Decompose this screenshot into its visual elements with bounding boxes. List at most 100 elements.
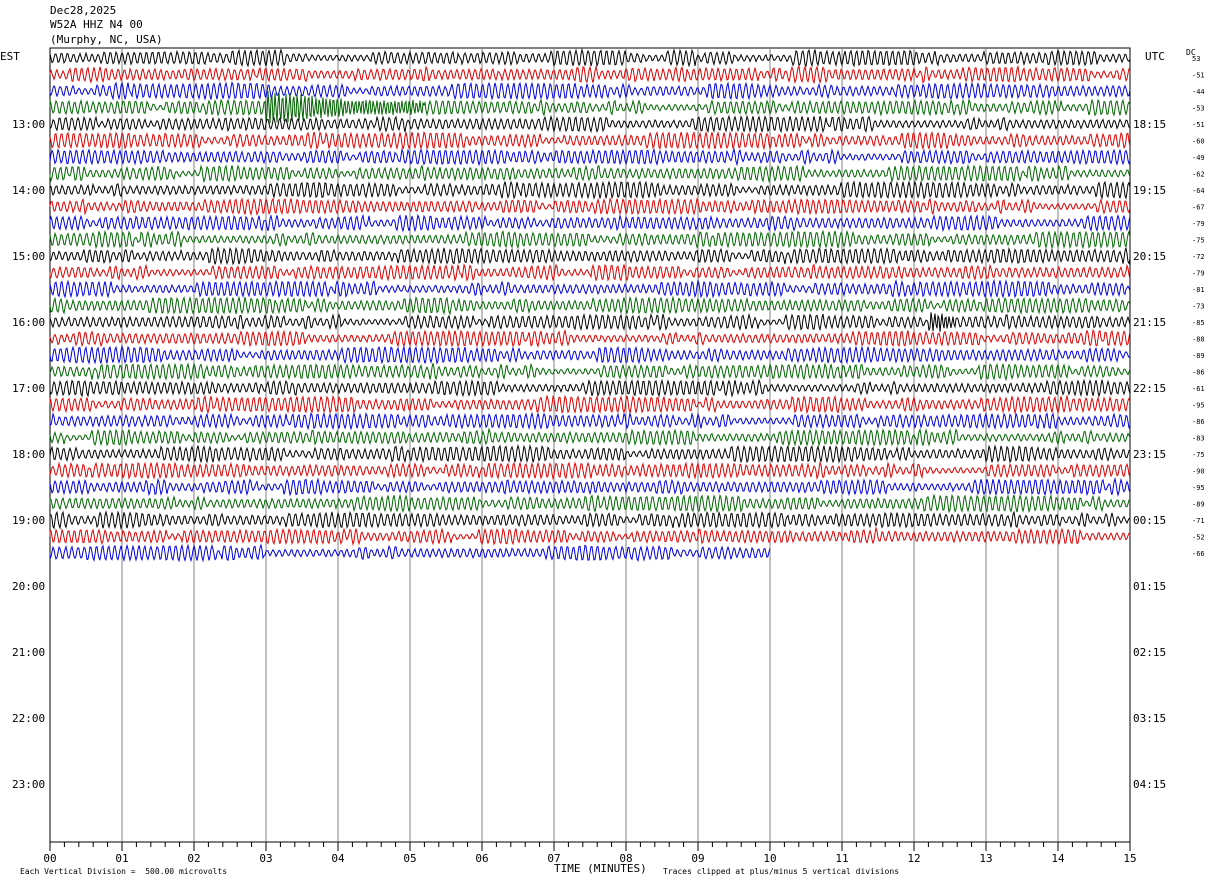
hour-label-est: 21:00 [12, 646, 45, 659]
seismic-trace [49, 344, 1131, 365]
x-tick-label: 01 [115, 852, 128, 865]
x-tick-label: 02 [187, 852, 200, 865]
dc-offset-label: -67 [1192, 204, 1205, 212]
seismic-trace [49, 328, 1131, 348]
x-tick-label: 06 [475, 852, 488, 865]
hour-label-utc: 01:15 [1133, 580, 1166, 593]
dc-offset-label: -79 [1192, 220, 1205, 228]
x-tick-label: 13 [979, 852, 992, 865]
dc-offset-label: -49 [1192, 154, 1205, 162]
seismic-trace [49, 509, 1131, 531]
dc-offset-label: -86 [1192, 418, 1205, 426]
seismic-trace [49, 47, 1131, 68]
dc-offset-label: -89 [1192, 501, 1205, 509]
hour-label-utc: 02:15 [1133, 646, 1166, 659]
clip-note: Traces clipped at plus/minus 5 vertical … [663, 867, 900, 876]
seismic-trace [49, 411, 1131, 431]
seismic-trace [49, 197, 1131, 217]
x-tick-label: 05 [403, 852, 416, 865]
seismic-trace [49, 114, 1131, 134]
seismic-trace [49, 493, 1131, 514]
dc-offset-label: -61 [1192, 385, 1205, 393]
dc-offset-label: -75 [1192, 451, 1205, 459]
dc-offset-label: -88 [1192, 336, 1205, 344]
dc-offset-label: -75 [1192, 237, 1205, 245]
hour-label-est: 15:00 [12, 250, 45, 263]
dc-offset-label: -73 [1192, 303, 1205, 311]
hour-label-utc: 03:15 [1133, 712, 1166, 725]
dc-offset-label: -44 [1192, 88, 1205, 96]
dc-offset-label: -95 [1192, 402, 1205, 410]
hour-label-utc: 00:15 [1133, 514, 1166, 527]
dc-offset-label: -81 [1192, 286, 1205, 294]
dc-offset-label: -90 [1192, 468, 1205, 476]
seismic-trace [49, 64, 1131, 85]
hour-label-utc: 04:15 [1133, 778, 1166, 791]
dc-offset-label: -79 [1192, 270, 1205, 278]
seismic-trace [49, 246, 1131, 266]
x-tick-label: 12 [907, 852, 920, 865]
dc-offset-label: -85 [1192, 319, 1205, 327]
hour-label-est: 20:00 [12, 580, 45, 593]
dc-offset-label: -86 [1192, 369, 1205, 377]
seismic-trace [49, 278, 1131, 299]
x-axis-title: TIME (MINUTES) [554, 862, 647, 875]
dc-offset-label: -62 [1192, 171, 1205, 179]
hour-label-utc: 23:15 [1133, 448, 1166, 461]
seismic-trace [49, 378, 1131, 398]
hour-label-utc: 19:15 [1133, 184, 1166, 197]
dc-offset-label: -95 [1192, 484, 1205, 492]
seismic-trace [49, 229, 1131, 250]
seismic-trace [49, 526, 1131, 546]
seismic-trace [49, 443, 1131, 464]
dc-offset-label: -53 [1192, 105, 1205, 113]
dc-offset-label: 53 [1192, 55, 1200, 63]
x-tick-label: 04 [331, 852, 345, 865]
dc-offset-label: -72 [1192, 253, 1205, 261]
x-tick-label: 03 [259, 852, 272, 865]
seismic-trace [49, 130, 1131, 151]
seismic-trace [49, 362, 1131, 382]
dc-offset-label: -60 [1192, 138, 1205, 146]
hour-label-utc: 20:15 [1133, 250, 1166, 263]
x-tick-label: 09 [691, 852, 704, 865]
seismic-trace [49, 295, 1131, 316]
dc-offset-label: -52 [1192, 534, 1205, 542]
hour-label-utc: 21:15 [1133, 316, 1166, 329]
seismic-trace [49, 147, 1131, 167]
dc-offset-label: -71 [1192, 517, 1205, 525]
hour-label-utc: 22:15 [1133, 382, 1166, 395]
seismic-trace [49, 394, 1131, 415]
seismogram-plot: 00 01 02 03 04 05 06 07 08 09 10 11 12 13 14 1513:00 18:… [12, 47, 1205, 865]
hour-label-est: 17:00 [12, 382, 45, 395]
x-tick-label: 14 [1051, 852, 1065, 865]
seismic-trace [49, 427, 1131, 448]
seismic-trace [49, 213, 1131, 233]
hour-label-utc: 18:15 [1133, 118, 1166, 131]
seismic-trace [49, 164, 1131, 184]
dc-offset-label: -89 [1192, 352, 1205, 360]
hour-label-est: 22:00 [12, 712, 45, 725]
seismic-trace [49, 460, 1131, 481]
x-tick-label: 15 [1123, 852, 1136, 865]
x-tick-label: 00 [43, 852, 56, 865]
x-tick-label: 10 [763, 852, 776, 865]
seismic-trace [49, 179, 1131, 200]
hour-label-est: 18:00 [12, 448, 45, 461]
hour-label-est: 13:00 [12, 118, 45, 131]
seismic-trace [49, 263, 1131, 282]
hour-label-est: 19:00 [12, 514, 45, 527]
x-tick-label: 11 [835, 852, 848, 865]
dc-offset-label: -51 [1192, 72, 1205, 80]
dc-offset-label: -83 [1192, 435, 1205, 443]
seismic-trace [49, 312, 1131, 332]
dc-offset-label: -66 [1192, 550, 1205, 558]
hour-label-est: 14:00 [12, 184, 45, 197]
seismic-trace [49, 477, 1131, 497]
hour-label-est: 23:00 [12, 778, 45, 791]
seismic-trace [49, 80, 1131, 101]
dc-offset-label: -51 [1192, 121, 1205, 129]
hour-label-est: 16:00 [12, 316, 45, 329]
dc-offset-label: -64 [1192, 187, 1205, 195]
vertical-division-note: Each Vertical Division = 500.00 microvol… [20, 867, 228, 876]
